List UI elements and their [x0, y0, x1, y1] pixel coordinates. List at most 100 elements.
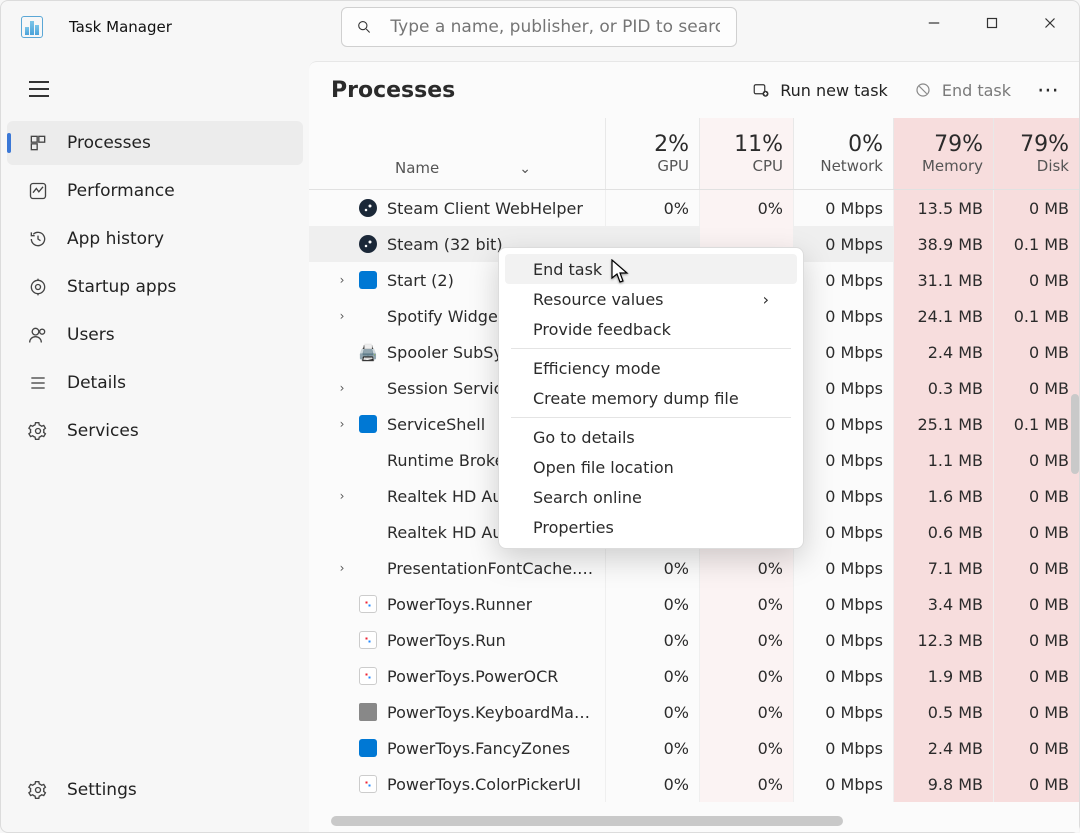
- cell-memory: 1.9 MB: [893, 658, 993, 694]
- search-box[interactable]: [341, 7, 737, 47]
- col-memory[interactable]: 79%Memory: [893, 118, 993, 189]
- expand-toggle[interactable]: ›: [335, 381, 349, 395]
- process-name: Session Service: [387, 379, 512, 398]
- search-input[interactable]: [388, 16, 722, 38]
- process-icon: [359, 379, 377, 397]
- cell-memory: 24.1 MB: [893, 298, 993, 334]
- table-row[interactable]: PowerToys.ColorPickerUI0%0%0 Mbps9.8 MB0…: [309, 766, 1079, 802]
- process-name: PresentationFontCache.exe: [387, 559, 595, 578]
- table-row[interactable]: PowerToys.KeyboardManager…0%0%0 Mbps0.5 …: [309, 694, 1079, 730]
- more-options-button[interactable]: ⋯: [1037, 78, 1061, 103]
- hamburger-button[interactable]: [17, 67, 61, 111]
- cell-network: 0 Mbps: [793, 334, 893, 370]
- ctx-go-to-details[interactable]: Go to details: [505, 422, 797, 452]
- end-task-icon: [914, 81, 932, 99]
- ctx-open-file-location[interactable]: Open file location: [505, 452, 797, 482]
- cell-gpu: 0%: [605, 730, 699, 766]
- close-button[interactable]: [1021, 1, 1079, 45]
- cell-network: 0 Mbps: [793, 550, 893, 586]
- nav-startup-apps[interactable]: Startup apps: [7, 265, 303, 309]
- cell-gpu: 0%: [605, 550, 699, 586]
- cell-disk: 0 MB: [993, 262, 1079, 298]
- process-icon: [359, 523, 377, 541]
- cell-cpu: 0%: [699, 622, 793, 658]
- expand-toggle[interactable]: ›: [335, 561, 349, 575]
- settings-icon: [27, 779, 49, 801]
- cell-name: PowerToys.ColorPickerUI: [309, 766, 605, 802]
- nav-settings[interactable]: Settings: [7, 768, 303, 812]
- ctx-search-online[interactable]: Search online: [505, 482, 797, 512]
- table-row[interactable]: PowerToys.Run0%0%0 Mbps12.3 MB0 MB: [309, 622, 1079, 658]
- cell-memory: 1.1 MB: [893, 442, 993, 478]
- cell-disk: 0 MB: [993, 442, 1079, 478]
- cell-name: PowerToys.KeyboardManager…: [309, 694, 605, 730]
- nav-label: Settings: [67, 780, 137, 800]
- nav-app-history[interactable]: App history: [7, 217, 303, 261]
- run-task-icon: [752, 81, 770, 99]
- ctx-efficiency-mode[interactable]: Efficiency mode: [505, 353, 797, 383]
- ctx-provide-feedback[interactable]: Provide feedback: [505, 314, 797, 344]
- cell-network: 0 Mbps: [793, 658, 893, 694]
- end-task-button[interactable]: End task: [914, 81, 1011, 100]
- col-name[interactable]: Name ⌄: [309, 118, 605, 189]
- nav-performance[interactable]: Performance: [7, 169, 303, 213]
- cell-cpu: 0%: [699, 586, 793, 622]
- expand-toggle[interactable]: ›: [335, 489, 349, 503]
- app-icon: [21, 16, 43, 38]
- nav-label: App history: [67, 229, 164, 249]
- run-new-task-button[interactable]: Run new task: [752, 81, 888, 100]
- cell-disk: 0.1 MB: [993, 298, 1079, 334]
- process-name: PowerToys.PowerOCR: [387, 667, 558, 686]
- cell-name: PowerToys.Runner: [309, 586, 605, 622]
- users-icon: [27, 324, 49, 346]
- chevron-down-icon: ⌄: [519, 161, 531, 177]
- col-network[interactable]: 0%Network: [793, 118, 893, 189]
- cell-disk: 0.1 MB: [993, 406, 1079, 442]
- table-header: Name ⌄ 2%GPU 11%CPU 0%Network 79%Memory …: [309, 118, 1079, 190]
- maximize-button[interactable]: [963, 1, 1021, 45]
- table-row[interactable]: PowerToys.Runner0%0%0 Mbps3.4 MB0 MB: [309, 586, 1079, 622]
- cell-disk: 0 MB: [993, 514, 1079, 550]
- nav-details[interactable]: Details: [7, 361, 303, 405]
- cell-network: 0 Mbps: [793, 226, 893, 262]
- process-icon: [359, 487, 377, 505]
- expand-toggle[interactable]: ›: [335, 309, 349, 323]
- cell-disk: 0 MB: [993, 190, 1079, 226]
- horizontal-scrollbar-track[interactable]: [331, 816, 1063, 826]
- col-cpu[interactable]: 11%CPU: [699, 118, 793, 189]
- expand-toggle[interactable]: ›: [335, 273, 349, 287]
- expand-toggle[interactable]: ›: [335, 417, 349, 431]
- col-gpu[interactable]: 2%GPU: [605, 118, 699, 189]
- cell-memory: 0.5 MB: [893, 694, 993, 730]
- process-icon: [359, 739, 377, 757]
- table-row[interactable]: PowerToys.FancyZones0%0%0 Mbps2.4 MB0 MB: [309, 730, 1079, 766]
- mouse-cursor: [611, 259, 631, 285]
- process-name: PowerToys.Run: [387, 631, 506, 650]
- cell-memory: 1.6 MB: [893, 478, 993, 514]
- col-disk[interactable]: 79%Disk: [993, 118, 1079, 189]
- nav-users[interactable]: Users: [7, 313, 303, 357]
- cell-disk: 0 MB: [993, 586, 1079, 622]
- cell-gpu: 0%: [605, 658, 699, 694]
- minimize-button[interactable]: [905, 1, 963, 45]
- history-icon: [27, 228, 49, 250]
- cell-network: 0 Mbps: [793, 622, 893, 658]
- processes-icon: [27, 132, 49, 154]
- cell-gpu: 0%: [605, 766, 699, 802]
- nav-processes[interactable]: Processes: [7, 121, 303, 165]
- cell-name: PowerToys.FancyZones: [309, 730, 605, 766]
- horizontal-scrollbar-thumb[interactable]: [331, 816, 843, 826]
- ctx-end-task[interactable]: End task: [505, 254, 797, 284]
- ctx-create-dump[interactable]: Create memory dump file: [505, 383, 797, 413]
- cell-disk: 0 MB: [993, 730, 1079, 766]
- ctx-resource-values[interactable]: Resource values›: [505, 284, 797, 314]
- nav-label: Details: [67, 373, 126, 393]
- app-title: Task Manager: [69, 18, 172, 36]
- process-icon: [359, 199, 377, 217]
- nav-services[interactable]: Services: [7, 409, 303, 453]
- ctx-properties[interactable]: Properties: [505, 512, 797, 542]
- table-row[interactable]: ›PresentationFontCache.exe0%0%0 Mbps7.1 …: [309, 550, 1079, 586]
- vertical-scrollbar[interactable]: [1071, 394, 1079, 474]
- table-row[interactable]: Steam Client WebHelper0%0%0 Mbps13.5 MB0…: [309, 190, 1079, 226]
- table-row[interactable]: PowerToys.PowerOCR0%0%0 Mbps1.9 MB0 MB: [309, 658, 1079, 694]
